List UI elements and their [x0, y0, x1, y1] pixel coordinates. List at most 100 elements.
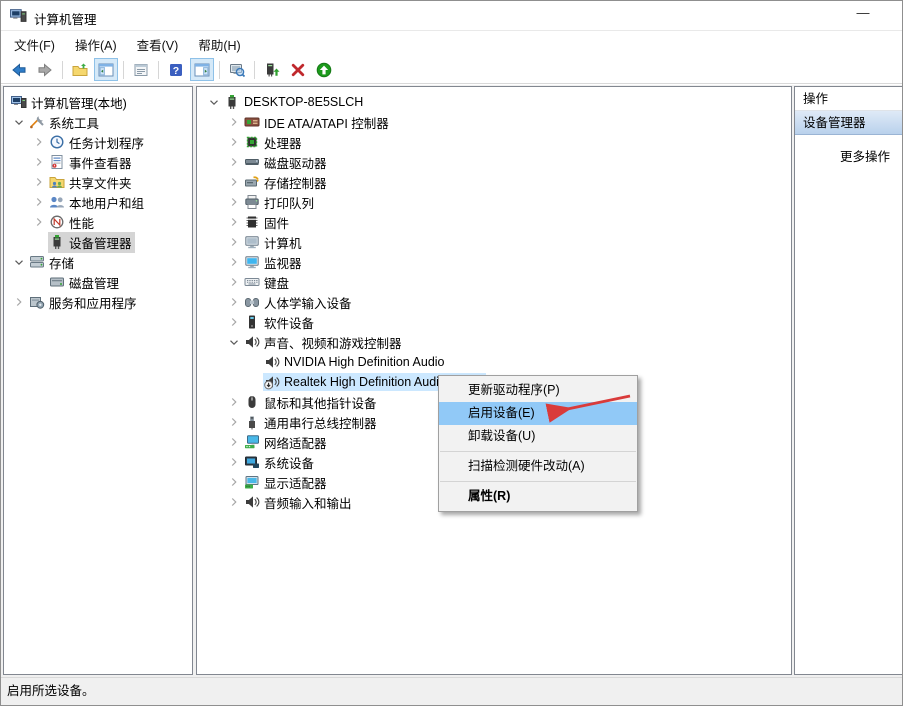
tree-item-label: 计算机: [264, 233, 302, 252]
chevron-closed-icon[interactable]: [225, 394, 243, 410]
ide-controller-icon: [244, 114, 260, 130]
tree-item-content: 任务计划程序: [48, 132, 147, 153]
chevron-closed-icon[interactable]: [225, 274, 243, 290]
tree-item[interactable]: 服务和应用程序: [4, 292, 192, 312]
menu-item-1[interactable]: 操作(A): [65, 31, 127, 56]
toolbar-export-list-button[interactable]: [68, 58, 92, 81]
tree-item[interactable]: 处理器: [197, 132, 791, 152]
chevron-open-icon[interactable]: [225, 334, 243, 350]
performance-icon: [49, 214, 65, 230]
tree-item-content: 打印队列: [243, 192, 317, 213]
toolbar-enable-device-button[interactable]: [312, 58, 336, 81]
chevron-open-icon[interactable]: [10, 254, 28, 270]
tree-item[interactable]: 磁盘管理: [4, 272, 192, 292]
chevron-closed-icon[interactable]: [225, 314, 243, 330]
chevron-closed-icon[interactable]: [10, 294, 28, 310]
tree-item-content: 计算机: [243, 232, 305, 253]
tree-item-label: 设备管理器: [69, 233, 132, 252]
tree-item-label: 磁盘管理: [69, 273, 119, 292]
tree-item-label: 共享文件夹: [69, 173, 132, 192]
chevron-closed-icon[interactable]: [225, 254, 243, 270]
chevron-closed-icon[interactable]: [225, 494, 243, 510]
toolbar-update-driver-button[interactable]: [260, 58, 284, 81]
toolbar-forward-button[interactable]: [33, 58, 57, 81]
chevron-closed-icon[interactable]: [225, 174, 243, 190]
chevron-open-icon[interactable]: [10, 114, 28, 130]
toolbar-show-action-pane-button[interactable]: [190, 58, 214, 81]
context-menu-item-0[interactable]: 更新驱动程序(P): [439, 379, 637, 402]
tree-item[interactable]: 计算机管理(本地): [4, 92, 192, 112]
chevron-closed-icon[interactable]: [225, 234, 243, 250]
chevron-closed-icon[interactable]: [225, 114, 243, 130]
chevron-closed-icon[interactable]: [30, 214, 48, 230]
menu-item-0[interactable]: 文件(F): [4, 31, 65, 56]
chevron-closed-icon[interactable]: [225, 214, 243, 230]
console-tree-panel: 计算机管理(本地)系统工具任务计划程序事件查看器共享文件夹本地用户和组性能设备管…: [3, 86, 193, 675]
chevron-closed-icon[interactable]: [30, 134, 48, 150]
toolbar: ?: [1, 56, 902, 84]
tree-item[interactable]: 任务计划程序: [4, 132, 192, 152]
tree-item[interactable]: 计算机: [197, 232, 791, 252]
tree-item-content: 固件: [243, 212, 292, 233]
system-tools-icon: [29, 114, 45, 130]
menu-item-2[interactable]: 查看(V): [127, 31, 189, 56]
tree-item[interactable]: 设备管理器: [4, 232, 192, 252]
tree-item-label: 显示适配器: [264, 473, 327, 492]
tree-item[interactable]: 打印队列: [197, 192, 791, 212]
chevron-closed-icon[interactable]: [30, 174, 48, 190]
tree-item[interactable]: 性能: [4, 212, 192, 232]
toolbar-properties-button[interactable]: [129, 58, 153, 81]
actions-device-manager-item[interactable]: 设备管理器: [795, 111, 903, 135]
tree-item[interactable]: 固件: [197, 212, 791, 232]
tree-item[interactable]: IDE ATA/ATAPI 控制器: [197, 112, 791, 132]
tree-item[interactable]: 软件设备: [197, 312, 791, 332]
actions-more-button[interactable]: 更多操作: [795, 146, 903, 165]
tree-item[interactable]: 人体学输入设备: [197, 292, 791, 312]
tree-item[interactable]: 监视器: [197, 252, 791, 272]
toolbar-show-console-tree-button[interactable]: [94, 58, 118, 81]
context-menu-item-2[interactable]: 卸载设备(U): [439, 425, 637, 448]
minimize-button[interactable]: —: [850, 5, 876, 25]
tree-item[interactable]: NVIDIA High Definition Audio: [197, 352, 791, 372]
chevron-closed-icon[interactable]: [225, 134, 243, 150]
chevron-closed-icon[interactable]: [225, 474, 243, 490]
toolbar-uninstall-device-button[interactable]: [286, 58, 310, 81]
tree-item[interactable]: 键盘: [197, 272, 791, 292]
toolbar-remote-connect-button[interactable]: [225, 58, 249, 81]
status-text: 启用所选设备。: [7, 684, 95, 698]
tree-item-label: 计算机管理(本地): [31, 93, 127, 112]
chevron-closed-icon[interactable]: [30, 154, 48, 170]
tree-item[interactable]: 存储: [4, 252, 192, 272]
chevron-open-icon[interactable]: [205, 94, 223, 110]
toolbar-help-button[interactable]: ?: [164, 58, 188, 81]
chevron-closed-icon[interactable]: [225, 414, 243, 430]
tree-item-label: 网络适配器: [264, 433, 327, 452]
tree-item-label: 存储控制器: [264, 173, 327, 192]
tree-item[interactable]: DESKTOP-8E5SLCH: [197, 92, 791, 112]
tree-item[interactable]: 系统工具: [4, 112, 192, 132]
tree-item[interactable]: 声音、视频和游戏控制器: [197, 332, 791, 352]
tree-item-content: 服务和应用程序: [28, 292, 140, 313]
tree-item-label: 监视器: [264, 253, 302, 272]
context-menu-item-1[interactable]: 启用设备(E): [439, 402, 637, 425]
chevron-closed-icon[interactable]: [225, 434, 243, 450]
tree-item-label: NVIDIA High Definition Audio: [284, 355, 445, 369]
toolbar-separator: [219, 61, 220, 79]
toolbar-back-button[interactable]: [7, 58, 31, 81]
tree-item-content: 存储: [28, 252, 77, 273]
context-menu-item-6[interactable]: 属性(R): [439, 485, 637, 508]
tree-item[interactable]: 事件查看器: [4, 152, 192, 172]
chevron-closed-icon[interactable]: [225, 154, 243, 170]
chevron-closed-icon[interactable]: [225, 454, 243, 470]
tree-item-label: Realtek High Definition Audio: [284, 375, 446, 389]
tree-item[interactable]: 存储控制器: [197, 172, 791, 192]
context-menu-item-4[interactable]: 扫描检测硬件改动(A): [439, 455, 637, 478]
chevron-closed-icon[interactable]: [30, 194, 48, 210]
menu-item-3[interactable]: 帮助(H): [188, 31, 250, 56]
tree-item-content: 人体学输入设备: [243, 292, 355, 313]
tree-item[interactable]: 共享文件夹: [4, 172, 192, 192]
chevron-closed-icon[interactable]: [225, 194, 243, 210]
tree-item[interactable]: 本地用户和组: [4, 192, 192, 212]
tree-item[interactable]: 磁盘驱动器: [197, 152, 791, 172]
chevron-closed-icon[interactable]: [225, 294, 243, 310]
